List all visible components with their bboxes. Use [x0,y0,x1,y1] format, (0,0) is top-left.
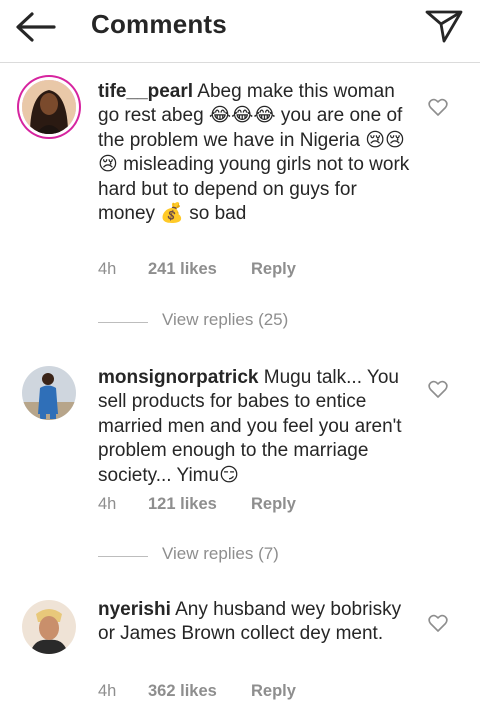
comment-body-part: misleading young girls not to work hard … [98,154,410,225]
share-button[interactable] [424,8,464,44]
comment-text: monsignorpatrick Mugu talk... You sell p… [98,366,416,488]
view-replies-button[interactable]: View replies (25) [98,310,328,334]
avatar-image [22,80,76,134]
comment-likes[interactable]: 241 likes [148,260,217,279]
comment-likes[interactable]: 121 likes [148,495,217,514]
paper-plane-icon [425,10,463,43]
divider-line [98,322,148,323]
avatar-image [22,600,76,654]
view-replies-label: View replies (7) [162,544,279,563]
avatar[interactable] [22,366,76,420]
smirking-emoji: 😏 [219,464,239,486]
like-heart-icon[interactable] [428,614,448,632]
divider-line [98,556,148,557]
comment-text: nyerishi Any husband wey bobrisky or Jam… [98,598,416,647]
page-title: Comments [91,9,227,39]
avatar-image [22,366,76,420]
comment-time: 4h [98,682,117,700]
comment-meta: 4h 121 likes Reply [98,495,296,514]
avatar[interactable] [22,600,76,654]
comment-username[interactable]: nyerishi [98,599,171,620]
comment-meta: 4h 241 likes Reply [98,260,296,279]
like-heart-icon[interactable] [428,380,448,398]
avatar[interactable] [22,80,76,134]
arrow-left-icon [16,12,56,42]
comment-likes[interactable]: 362 likes [148,682,217,701]
comment-username[interactable]: tife__pearl [98,81,193,102]
comment-username[interactable]: monsignorpatrick [98,367,258,388]
back-button[interactable] [14,10,58,44]
comment-time: 4h [98,260,117,278]
comment-text: tife__pearl Abeg make this woman go rest… [98,80,416,226]
reply-button[interactable]: Reply [251,495,296,514]
like-heart-icon[interactable] [428,98,448,116]
comment-body-part: so bad [189,203,247,225]
money-bag-emoji: 💰 [160,203,184,225]
comments-header: Comments [0,0,480,63]
comment-meta: 4h 362 likes Reply [98,682,296,701]
view-replies-label: View replies (25) [162,310,289,329]
reply-button[interactable]: Reply [251,260,296,279]
reply-button[interactable]: Reply [251,682,296,701]
view-replies-button[interactable]: View replies (7) [98,544,318,568]
comment-time: 4h [98,495,117,513]
laughing-emoji: 😂😂😂 [208,105,276,127]
